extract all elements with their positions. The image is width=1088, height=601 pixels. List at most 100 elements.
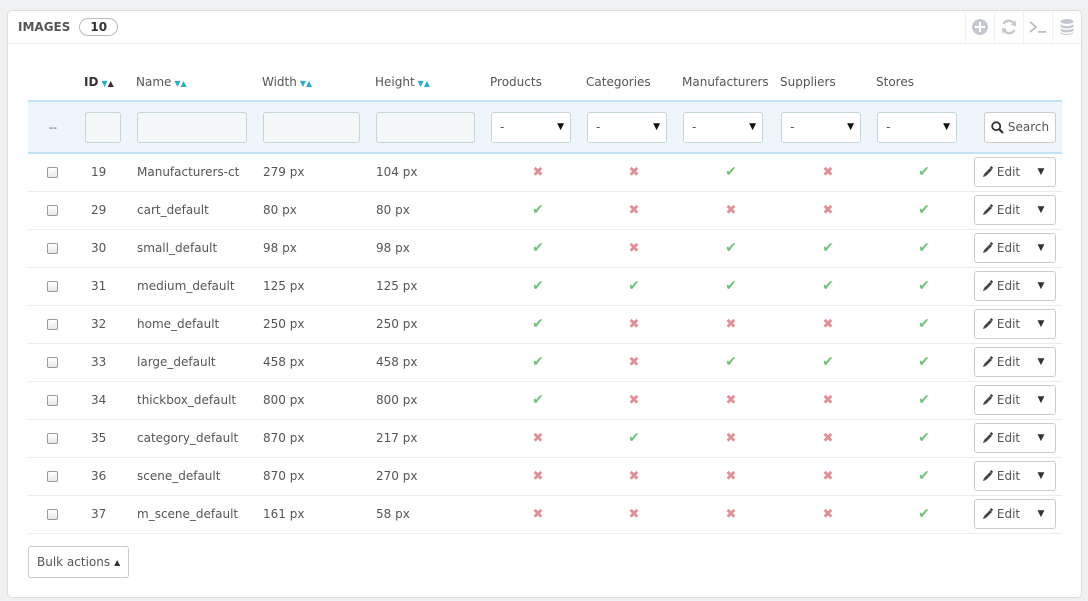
- disabled-cross-icon[interactable]: ✖: [629, 469, 640, 484]
- enabled-check-icon[interactable]: ✔: [918, 278, 930, 294]
- enabled-check-icon[interactable]: ✔: [918, 202, 930, 218]
- search-button[interactable]: Search: [984, 111, 1056, 143]
- disabled-cross-icon[interactable]: ✖: [629, 241, 640, 256]
- filter-height-input[interactable]: [376, 111, 475, 143]
- disabled-cross-icon[interactable]: ✖: [726, 317, 737, 332]
- enabled-check-icon[interactable]: ✔: [918, 468, 930, 484]
- enabled-check-icon[interactable]: ✔: [918, 392, 930, 408]
- enabled-check-icon[interactable]: ✔: [918, 506, 930, 522]
- row-checkbox[interactable]: [47, 204, 58, 216]
- enabled-check-icon[interactable]: ✔: [532, 278, 544, 294]
- edit-button[interactable]: Edit: [975, 462, 1027, 490]
- edit-button[interactable]: Edit: [975, 310, 1027, 338]
- add-new-button[interactable]: [965, 11, 994, 43]
- column-header-width[interactable]: Width ▼▲: [262, 63, 375, 101]
- row-actions-dropdown-toggle[interactable]: ▼: [1027, 310, 1055, 338]
- column-header-id[interactable]: ID ▼▲: [84, 63, 136, 101]
- row-actions-dropdown-toggle[interactable]: ▼: [1027, 158, 1055, 186]
- edit-button[interactable]: Edit: [975, 500, 1027, 528]
- row-actions-dropdown-toggle[interactable]: ▼: [1027, 348, 1055, 376]
- column-header-name[interactable]: Name ▼▲: [136, 63, 262, 101]
- enabled-check-icon[interactable]: ✔: [822, 354, 834, 370]
- filter-width-input[interactable]: [263, 111, 360, 143]
- row-checkbox[interactable]: [47, 508, 58, 520]
- edit-button[interactable]: Edit: [975, 234, 1027, 262]
- enabled-check-icon[interactable]: ✔: [918, 164, 930, 180]
- disabled-cross-icon[interactable]: ✖: [823, 393, 834, 408]
- bulk-actions-button[interactable]: Bulk actions ▲: [28, 546, 130, 578]
- disabled-cross-icon[interactable]: ✖: [629, 203, 640, 218]
- enabled-check-icon[interactable]: ✔: [822, 240, 834, 256]
- row-checkbox[interactable]: [47, 356, 58, 368]
- enabled-check-icon[interactable]: ✔: [725, 354, 737, 370]
- filter-name-input[interactable]: [137, 111, 247, 143]
- edit-button[interactable]: Edit: [975, 348, 1027, 376]
- edit-button[interactable]: Edit: [975, 272, 1027, 300]
- disabled-cross-icon[interactable]: ✖: [629, 393, 640, 408]
- enabled-check-icon[interactable]: ✔: [918, 240, 930, 256]
- enabled-check-icon[interactable]: ✔: [628, 430, 640, 446]
- sort-arrows-icon[interactable]: ▼▲: [300, 79, 312, 88]
- disabled-cross-icon[interactable]: ✖: [533, 507, 544, 522]
- filter-products-select[interactable]: - ▼: [491, 111, 571, 143]
- column-header-height[interactable]: Height ▼▲: [375, 63, 490, 101]
- enabled-check-icon[interactable]: ✔: [918, 354, 930, 370]
- sort-arrows-icon[interactable]: ▼▲: [174, 79, 186, 88]
- row-checkbox[interactable]: [47, 166, 58, 178]
- disabled-cross-icon[interactable]: ✖: [533, 469, 544, 484]
- enabled-check-icon[interactable]: ✔: [918, 316, 930, 332]
- row-checkbox[interactable]: [47, 280, 58, 292]
- edit-button[interactable]: Edit: [975, 386, 1027, 414]
- enabled-check-icon[interactable]: ✔: [725, 164, 737, 180]
- enabled-check-icon[interactable]: ✔: [725, 240, 737, 256]
- export-database-button[interactable]: [1052, 11, 1081, 43]
- filter-categories-select[interactable]: - ▼: [587, 111, 667, 143]
- disabled-cross-icon[interactable]: ✖: [823, 203, 834, 218]
- filter-manufacturers-select[interactable]: - ▼: [683, 111, 763, 143]
- row-actions-dropdown-toggle[interactable]: ▼: [1027, 272, 1055, 300]
- enabled-check-icon[interactable]: ✔: [918, 430, 930, 446]
- sort-arrows-icon[interactable]: ▼▲: [418, 79, 430, 88]
- disabled-cross-icon[interactable]: ✖: [726, 469, 737, 484]
- row-checkbox[interactable]: [47, 470, 58, 482]
- disabled-cross-icon[interactable]: ✖: [533, 165, 544, 180]
- disabled-cross-icon[interactable]: ✖: [726, 431, 737, 446]
- enabled-check-icon[interactable]: ✔: [532, 316, 544, 332]
- row-actions-dropdown-toggle[interactable]: ▼: [1027, 386, 1055, 414]
- enabled-check-icon[interactable]: ✔: [532, 392, 544, 408]
- filter-id-input[interactable]: [85, 111, 121, 143]
- row-actions-dropdown-toggle[interactable]: ▼: [1027, 234, 1055, 262]
- enabled-check-icon[interactable]: ✔: [532, 354, 544, 370]
- row-checkbox[interactable]: [47, 318, 58, 330]
- disabled-cross-icon[interactable]: ✖: [823, 317, 834, 332]
- enabled-check-icon[interactable]: ✔: [822, 278, 834, 294]
- sql-query-button[interactable]: [1023, 11, 1052, 43]
- disabled-cross-icon[interactable]: ✖: [533, 431, 544, 446]
- refresh-button[interactable]: [994, 11, 1023, 43]
- edit-button[interactable]: Edit: [975, 424, 1027, 452]
- disabled-cross-icon[interactable]: ✖: [629, 355, 640, 370]
- enabled-check-icon[interactable]: ✔: [532, 202, 544, 218]
- enabled-check-icon[interactable]: ✔: [628, 278, 640, 294]
- enabled-check-icon[interactable]: ✔: [725, 278, 737, 294]
- disabled-cross-icon[interactable]: ✖: [823, 165, 834, 180]
- disabled-cross-icon[interactable]: ✖: [629, 507, 640, 522]
- edit-button[interactable]: Edit: [975, 158, 1027, 186]
- disabled-cross-icon[interactable]: ✖: [823, 431, 834, 446]
- sort-arrows-icon[interactable]: ▼▲: [101, 79, 113, 88]
- disabled-cross-icon[interactable]: ✖: [823, 507, 834, 522]
- disabled-cross-icon[interactable]: ✖: [823, 469, 834, 484]
- disabled-cross-icon[interactable]: ✖: [629, 165, 640, 180]
- row-actions-dropdown-toggle[interactable]: ▼: [1027, 424, 1055, 452]
- row-checkbox[interactable]: [47, 242, 58, 254]
- row-checkbox[interactable]: [47, 432, 58, 444]
- row-actions-dropdown-toggle[interactable]: ▼: [1027, 462, 1055, 490]
- filter-suppliers-select[interactable]: - ▼: [781, 111, 861, 143]
- row-actions-dropdown-toggle[interactable]: ▼: [1027, 500, 1055, 528]
- filter-stores-select[interactable]: - ▼: [877, 111, 957, 143]
- disabled-cross-icon[interactable]: ✖: [629, 317, 640, 332]
- row-actions-dropdown-toggle[interactable]: ▼: [1027, 196, 1055, 224]
- disabled-cross-icon[interactable]: ✖: [726, 203, 737, 218]
- disabled-cross-icon[interactable]: ✖: [726, 507, 737, 522]
- row-checkbox[interactable]: [47, 394, 58, 406]
